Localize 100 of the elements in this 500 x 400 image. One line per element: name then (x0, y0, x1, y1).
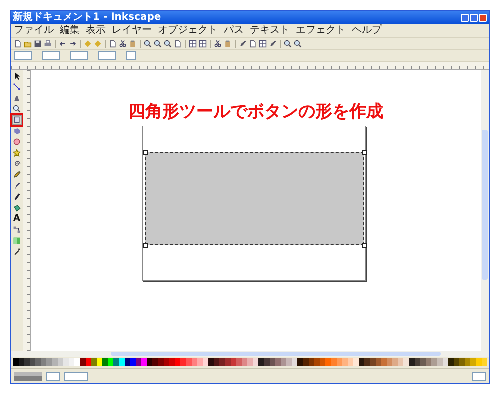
color-swatch[interactable] (130, 358, 136, 366)
maximize-button[interactable] (470, 14, 478, 22)
menu-item[interactable]: テキスト (250, 24, 290, 36)
color-swatch[interactable] (180, 358, 186, 366)
input-field[interactable] (98, 51, 116, 60)
color-swatch[interactable] (247, 358, 253, 366)
color-swatch[interactable] (448, 358, 454, 366)
color-swatch[interactable] (386, 358, 392, 366)
zoom-icon[interactable] (154, 40, 162, 48)
color-swatch[interactable] (258, 358, 264, 366)
color-swatch[interactable] (297, 358, 304, 366)
color-swatch[interactable] (398, 358, 404, 366)
color-swatch[interactable] (230, 358, 236, 366)
vertical-scrollbar[interactable] (481, 70, 489, 351)
color-swatch[interactable] (124, 358, 130, 366)
color-swatch[interactable] (482, 358, 488, 366)
tool-button[interactable] (12, 159, 22, 169)
color-swatch[interactable] (264, 358, 270, 366)
color-swatch[interactable] (152, 358, 158, 366)
color-swatch[interactable] (13, 358, 19, 366)
redo-icon[interactable] (69, 40, 77, 48)
selection-handle[interactable] (362, 243, 367, 248)
menu-item[interactable]: オブジェクト (158, 24, 218, 36)
color-swatch[interactable] (164, 358, 170, 366)
color-swatch[interactable] (325, 358, 331, 366)
color-swatch[interactable] (364, 358, 370, 366)
menu-item[interactable]: ファイル (14, 24, 54, 36)
color-swatch[interactable] (292, 358, 298, 366)
close-button[interactable] (479, 14, 487, 22)
color-swatch[interactable] (426, 358, 432, 366)
color-swatch[interactable] (141, 358, 147, 366)
color-swatch[interactable] (63, 358, 69, 366)
color-swatch[interactable] (86, 358, 92, 366)
zoom-icon[interactable] (284, 40, 292, 48)
color-swatch[interactable] (353, 358, 359, 366)
color-swatch[interactable] (52, 358, 58, 366)
tool-button[interactable] (12, 104, 22, 114)
color-swatch[interactable] (403, 358, 410, 366)
color-swatch[interactable] (24, 358, 30, 366)
zoom-icon[interactable] (144, 40, 152, 48)
document-icon[interactable] (249, 40, 257, 48)
color-swatch[interactable] (158, 358, 164, 366)
selection-handle[interactable] (143, 243, 148, 248)
printer-icon[interactable] (44, 40, 52, 48)
color-swatch[interactable] (320, 358, 326, 366)
color-swatch[interactable] (370, 358, 376, 366)
color-swatch[interactable] (381, 358, 387, 366)
color-swatch[interactable] (96, 358, 102, 366)
scroll-thumb[interactable] (482, 130, 488, 280)
folder-icon[interactable] (24, 40, 32, 48)
horizontal-scrollbar[interactable] (11, 351, 489, 357)
selection-handle[interactable] (143, 150, 148, 155)
document-icon[interactable] (109, 40, 117, 48)
color-swatch[interactable] (303, 358, 309, 366)
zoom-icon[interactable] (164, 40, 172, 48)
color-swatch[interactable] (280, 358, 286, 366)
color-swatch[interactable] (18, 358, 24, 366)
tool-button[interactable] (12, 170, 22, 180)
color-swatch[interactable] (454, 358, 460, 366)
input-field[interactable] (126, 51, 136, 60)
zoom-field[interactable] (472, 372, 486, 380)
color-swatch[interactable] (40, 358, 46, 366)
color-swatch[interactable] (314, 358, 320, 366)
color-swatch[interactable] (470, 358, 476, 366)
color-swatch[interactable] (376, 358, 382, 366)
text-tool-button[interactable]: A (12, 214, 22, 224)
grid-icon[interactable] (199, 40, 207, 48)
color-swatch[interactable] (420, 358, 426, 366)
menu-item[interactable]: パス (224, 24, 244, 36)
input-field[interactable] (42, 51, 60, 60)
color-swatch[interactable] (431, 358, 437, 366)
color-swatch[interactable] (358, 358, 364, 366)
color-swatch[interactable] (219, 358, 225, 366)
document-icon[interactable] (14, 40, 22, 48)
color-swatch[interactable] (113, 358, 119, 366)
color-swatch[interactable] (214, 358, 220, 366)
color-swatch[interactable] (136, 358, 142, 366)
menu-item[interactable]: エフェクト (296, 24, 346, 36)
color-swatch[interactable] (46, 358, 52, 366)
color-swatch[interactable] (197, 358, 203, 366)
color-swatch[interactable] (146, 358, 152, 366)
color-swatch[interactable] (58, 358, 64, 366)
color-swatch[interactable] (270, 358, 276, 366)
color-swatch[interactable] (348, 358, 354, 366)
color-swatch[interactable] (242, 358, 248, 366)
clipboard-icon[interactable] (129, 40, 137, 48)
selection-handle[interactable] (362, 150, 367, 155)
tool-button[interactable] (12, 192, 22, 202)
scroll-thumb[interactable] (111, 352, 441, 356)
color-swatch[interactable] (392, 358, 398, 366)
color-swatch[interactable] (108, 358, 114, 366)
color-swatch[interactable] (336, 358, 342, 366)
layer-dropdown[interactable] (64, 372, 88, 380)
color-swatch[interactable] (68, 358, 74, 366)
color-swatch[interactable] (464, 358, 470, 366)
color-swatch[interactable] (286, 358, 292, 366)
color-swatch[interactable] (236, 358, 242, 366)
grid-icon[interactable] (189, 40, 197, 48)
color-swatch[interactable] (102, 358, 108, 366)
menu-item[interactable]: レイヤー (112, 24, 152, 36)
